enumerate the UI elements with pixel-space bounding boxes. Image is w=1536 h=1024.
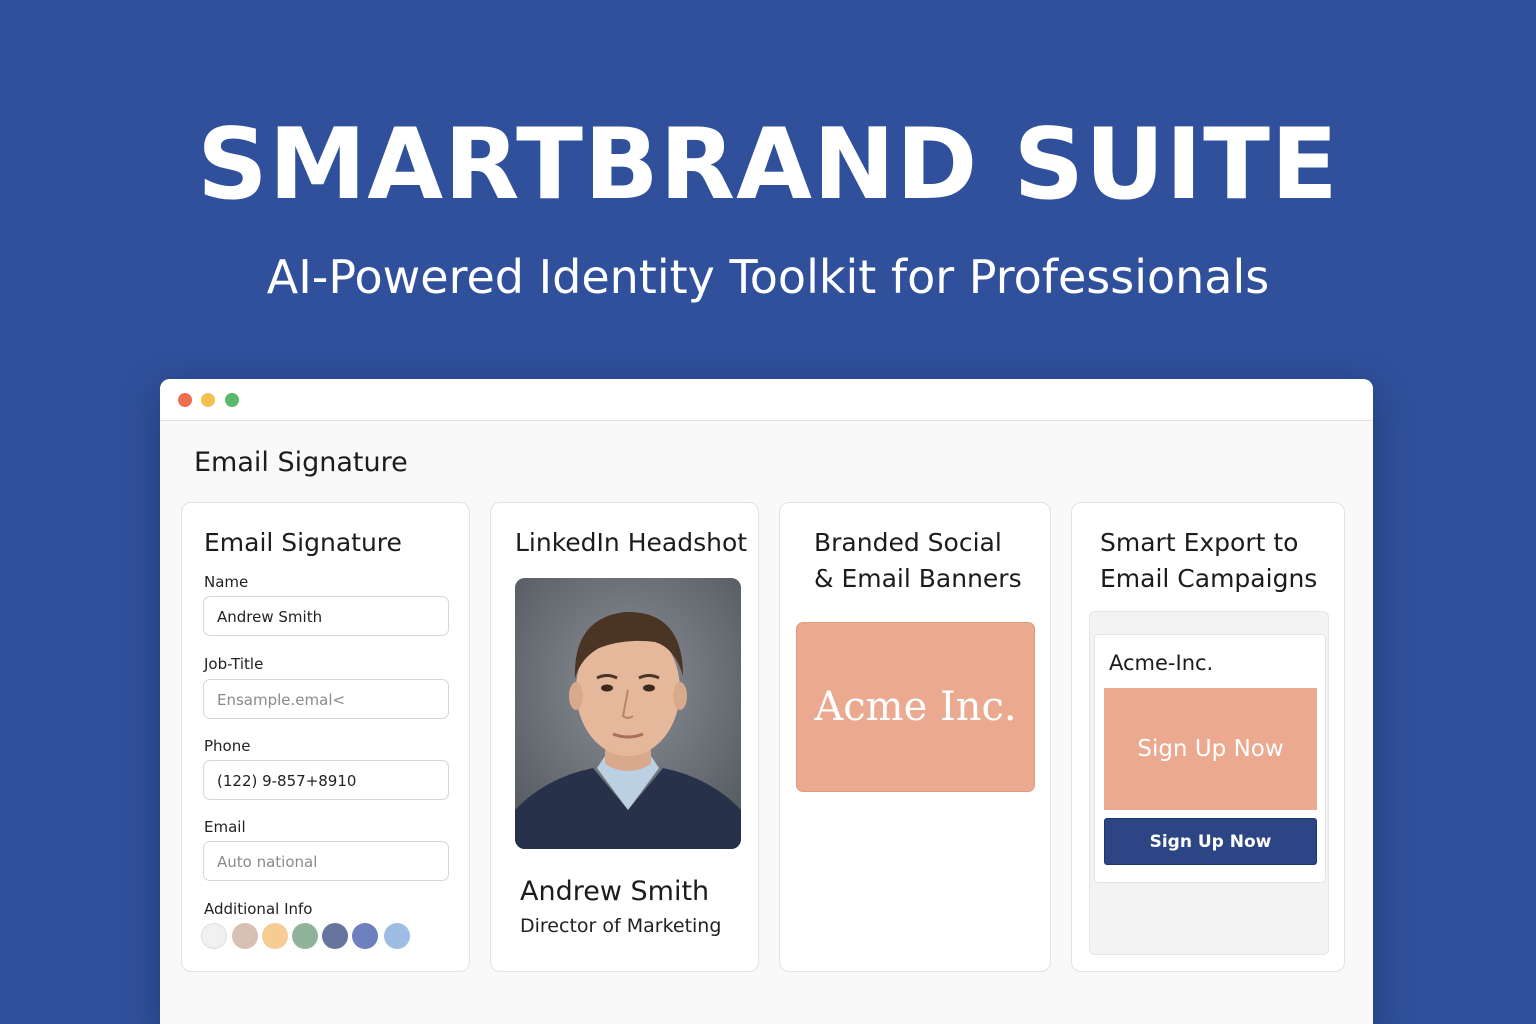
page-title: Email Signature xyxy=(194,447,408,478)
headshot-photo xyxy=(515,578,741,849)
name-field[interactable]: Andrew Smith xyxy=(203,596,449,636)
export-preview-panel: Acme-Inc. Sign Up Now Sign Up Now xyxy=(1089,611,1329,955)
card-title: Smart Export to Email Campaigns xyxy=(1100,525,1317,597)
color-swatch[interactable] xyxy=(201,923,227,949)
color-swatch[interactable] xyxy=(262,923,288,949)
job-title-label: Job-Title xyxy=(204,655,264,673)
sign-up-button[interactable]: Sign Up Now xyxy=(1104,818,1317,865)
close-window-button[interactable] xyxy=(178,393,192,407)
card-title-line: Email Campaigns xyxy=(1100,564,1318,593)
card-title-line: Smart Export to xyxy=(1100,528,1299,557)
email-label: Email xyxy=(204,818,246,836)
card-title: Email Signature xyxy=(204,528,402,557)
card-title: Branded Social & Email Banners xyxy=(814,525,1022,597)
card-title-line: & Email Banners xyxy=(814,564,1022,593)
window-titlebar xyxy=(160,379,1373,421)
card-title-line: Branded Social xyxy=(814,528,1002,557)
person-name: Andrew Smith xyxy=(520,876,710,907)
smart-export-card: Smart Export to Email Campaigns Acme-Inc… xyxy=(1071,502,1345,972)
brand-banner[interactable]: Acme Inc. xyxy=(796,622,1035,792)
card-title: LinkedIn Headshot xyxy=(515,528,748,557)
job-title-field[interactable]: Ensample.emal< xyxy=(203,679,449,719)
person-icon xyxy=(515,578,741,849)
hero-subtitle: AI-Powered Identity Toolkit for Professi… xyxy=(266,250,1270,304)
color-swatch[interactable] xyxy=(232,923,258,949)
minimize-window-button[interactable] xyxy=(201,393,215,407)
email-signature-card: Email Signature Name Andrew Smith Job-Ti… xyxy=(181,502,470,972)
hero-title: SMARTBRAND SUITE xyxy=(197,108,1339,222)
email-field[interactable]: Auto national xyxy=(203,841,449,881)
color-swatch[interactable] xyxy=(322,923,348,949)
app-window: Email Signature Email Signature Name And… xyxy=(160,379,1373,1024)
color-swatch[interactable] xyxy=(352,923,378,949)
person-role: Director of Marketing xyxy=(520,915,722,937)
linkedin-headshot-card: LinkedIn Headshot Andrew Smith Director … xyxy=(490,502,759,972)
phone-label: Phone xyxy=(204,737,251,755)
additional-info-label: Additional Info xyxy=(204,900,313,918)
color-swatch[interactable] xyxy=(384,923,410,949)
name-label: Name xyxy=(204,573,249,591)
email-preview: Acme-Inc. Sign Up Now Sign Up Now xyxy=(1094,634,1326,883)
preview-company-name: Acme-Inc. xyxy=(1109,651,1214,675)
phone-field[interactable]: (122) 9-857+8910 xyxy=(203,760,449,800)
color-swatch[interactable] xyxy=(292,923,318,949)
branded-banners-card: Branded Social & Email Banners Acme Inc. xyxy=(779,502,1051,972)
preview-banner: Sign Up Now xyxy=(1104,688,1317,810)
maximize-window-button[interactable] xyxy=(225,393,239,407)
